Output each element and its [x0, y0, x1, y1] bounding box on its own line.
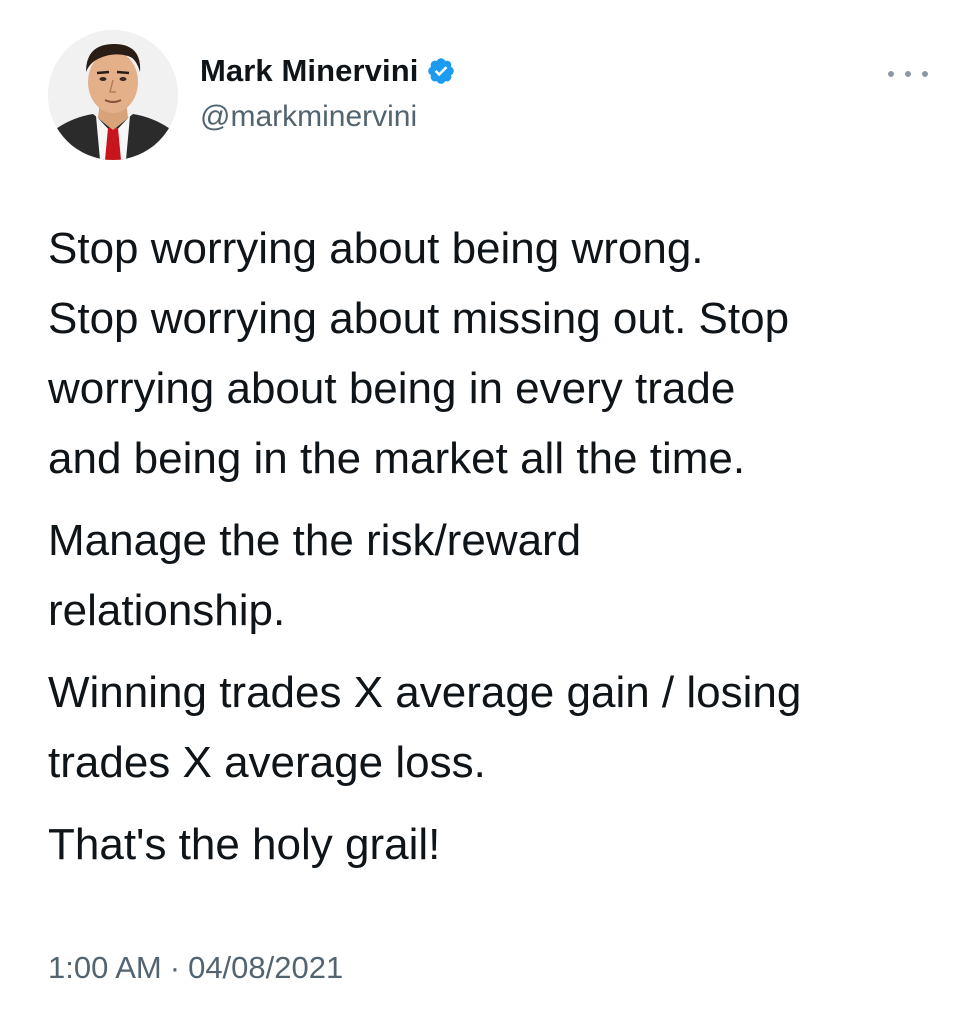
avatar[interactable]: [48, 30, 178, 160]
tweet-line: relationship.: [48, 586, 286, 635]
tweet-header: Mark Minervini @markminervini: [48, 30, 928, 160]
author-display-name[interactable]: Mark Minervini: [200, 53, 418, 89]
author-handle[interactable]: @markminervini: [200, 100, 456, 134]
tweet-line: Winning trades X average gain / losing: [48, 668, 802, 717]
meta-separator: ·: [169, 950, 181, 985]
avatar-illustration: [48, 30, 178, 160]
tweet-line: worrying about being in every trade: [48, 364, 736, 413]
tweet-line: trades X average loss.: [48, 738, 486, 787]
tweet-line: Stop worrying about being wrong.: [48, 224, 704, 273]
tweet-time[interactable]: 1:00 AM: [48, 950, 162, 986]
tweet-card: Mark Minervini @markminervini Stop worry…: [0, 0, 954, 1024]
tweet-text: Stop worrying about being wrong. Stop wo…: [48, 214, 948, 892]
more-dot: [905, 71, 911, 77]
author-identity: Mark Minervini @markminervini: [200, 52, 456, 134]
tweet-paragraph: Stop worrying about being wrong. Stop wo…: [48, 214, 948, 494]
tweet-meta: 1:00 AM · 04/08/2021: [48, 950, 343, 986]
more-options-icon[interactable]: [888, 64, 928, 84]
tweet-paragraph: Manage the the risk/reward relationship.: [48, 506, 948, 646]
tweet-line: and being in the market all the time.: [48, 434, 746, 483]
more-dot: [922, 71, 928, 77]
verified-badge-icon: [426, 56, 456, 86]
tweet-paragraph: That's the holy grail!: [48, 810, 948, 880]
tweet-line: Stop worrying about missing out. Stop: [48, 294, 790, 343]
tweet-paragraph: Winning trades X average gain / losing t…: [48, 658, 948, 798]
name-row: Mark Minervini: [200, 52, 456, 90]
tweet-line: Manage the the risk/reward: [48, 516, 582, 565]
more-dot: [888, 71, 894, 77]
tweet-date[interactable]: 04/08/2021: [188, 950, 343, 986]
tweet-line: That's the holy grail!: [48, 820, 441, 869]
